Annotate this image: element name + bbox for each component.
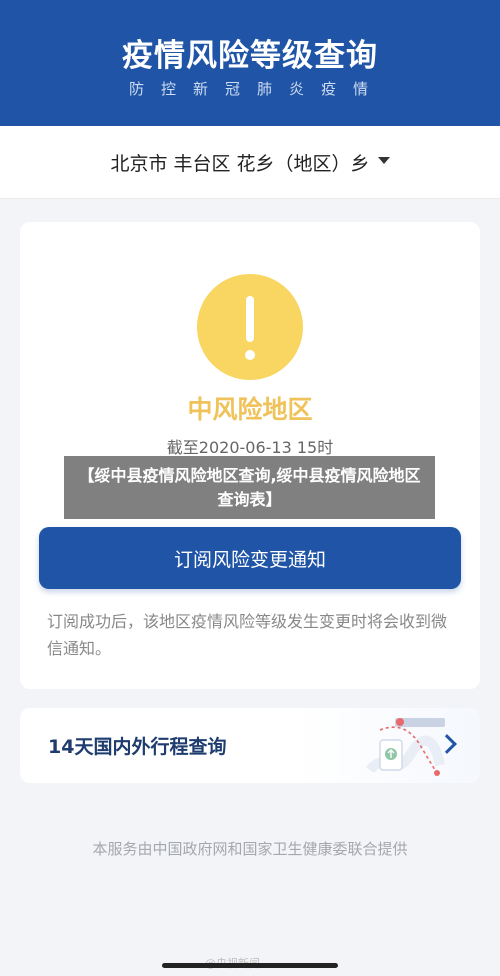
footer-note: 本服务由中国政府网和国家卫生健康委联合提供 (92, 840, 408, 858)
cutoff-time: 截至2020-06-13 15时 (166, 438, 334, 457)
location-selector[interactable]: 北京市 丰台区 花乡（地区）乡 (0, 126, 500, 199)
overlay-caption: 【绥中县疫情风险地区查询,绥中县疫情风险地区查询表】 (64, 456, 435, 519)
home-indicator (162, 963, 338, 968)
map-route-icon (366, 718, 445, 776)
location-text: 北京市 丰台区 花乡（地区）乡 (110, 152, 370, 175)
trip-query-card[interactable]: 14天国内外行程查询 (20, 708, 480, 783)
page-title: 疫情风险等级查询 (122, 38, 378, 74)
warning-icon (197, 274, 303, 380)
app-header: 疫情风险等级查询 防控新冠肺炎疫情 (0, 0, 500, 126)
subscribe-note: 订阅成功后，该地区疫情风险等级发生变更时将会收到微信通知。 (47, 612, 448, 658)
chevron-down-icon (377, 156, 390, 164)
subscribe-button[interactable]: 订阅风险变更通知 (39, 527, 461, 589)
page-subtitle: 防控新冠肺炎疫情 (128, 80, 385, 98)
trip-query-label: 14天国内外行程查询 (48, 736, 227, 758)
risk-level: 中风险地区 (187, 395, 313, 424)
